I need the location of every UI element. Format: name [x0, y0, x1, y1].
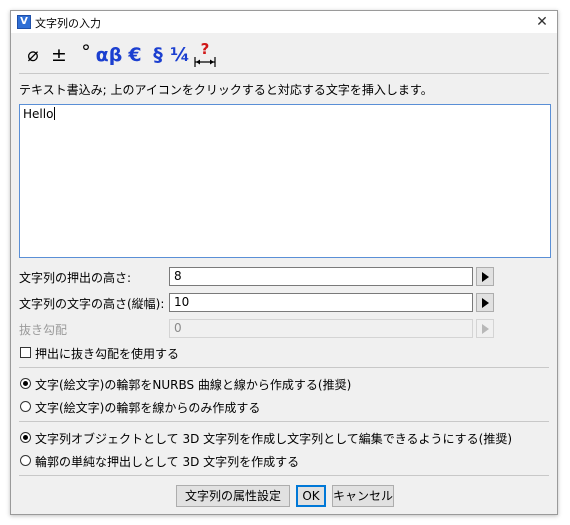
section-divider: [19, 475, 549, 476]
draft-angle-input: 0: [169, 319, 473, 338]
char-height-input[interactable]: 10: [169, 293, 473, 312]
draft-angle-label: 抜き勾配: [19, 323, 68, 337]
plus-minus-icon[interactable]: ±: [49, 41, 69, 69]
app-icon: V: [17, 15, 31, 29]
euro-icon[interactable]: €: [125, 41, 145, 69]
instruction-text: テキスト書込み; 上のアイコンをクリックすると対応する文字を挿入します。: [19, 83, 433, 97]
degree-icon[interactable]: °: [77, 41, 95, 69]
section-divider: [19, 367, 549, 368]
close-icon[interactable]: ✕: [533, 13, 551, 31]
char-height-label: 文字列の文字の高さ(縦幅):: [19, 297, 165, 311]
text-input-dialog: V 文字列の入力 ✕ ⌀ ± ° αβ € § ¼ ? テキスト書込み; 上のア…: [10, 10, 558, 515]
use-draft-label[interactable]: 押出に抜き勾配を使用する: [35, 345, 179, 362]
extrude-height-arrow-button[interactable]: [476, 267, 494, 286]
draft-angle-arrow-button: [476, 319, 494, 338]
use-draft-checkbox[interactable]: [20, 347, 31, 358]
fraction-icon[interactable]: ¼: [169, 41, 191, 69]
ok-button[interactable]: OK: [296, 485, 326, 507]
char-height-arrow-button[interactable]: [476, 293, 494, 312]
diameter-icon[interactable]: ⌀: [23, 41, 43, 69]
extrude-height-label: 文字列の押出の高さ:: [19, 271, 132, 285]
extrude-height-input[interactable]: 8: [169, 267, 473, 286]
text-value: Hello: [23, 107, 56, 121]
cancel-button[interactable]: キャンセル: [332, 485, 394, 507]
triangle-right-icon: [482, 298, 489, 308]
simple-extrude-label[interactable]: 輪郭の単純な押出しとして 3D 文字列を作成する: [35, 453, 299, 470]
text-object-radio[interactable]: [20, 432, 31, 443]
text-properties-button[interactable]: 文字列の属性設定: [176, 485, 290, 507]
outline-nurbs-label[interactable]: 文字(絵文字)の輪郭をNURBS 曲線と線から作成する(推奨): [35, 376, 351, 393]
greek-letters-icon[interactable]: αβ: [95, 41, 123, 69]
outline-lines-label[interactable]: 文字(絵文字)の輪郭を線からのみ作成する: [35, 399, 260, 416]
svg-text:?: ?: [201, 41, 210, 58]
outline-nurbs-radio[interactable]: [20, 378, 31, 389]
triangle-right-icon: [482, 324, 489, 334]
simple-extrude-radio[interactable]: [20, 455, 31, 466]
help-icon[interactable]: ?: [193, 40, 217, 69]
toolbar-divider: [19, 73, 549, 74]
section-divider: [19, 421, 549, 422]
text-input-area[interactable]: Hello: [19, 104, 551, 258]
triangle-right-icon: [482, 272, 489, 282]
window-title: 文字列の入力: [35, 17, 101, 30]
outline-lines-radio[interactable]: [20, 401, 31, 412]
text-object-label[interactable]: 文字列オブジェクトとして 3D 文字列を作成し文字列として編集できるようにする(…: [35, 430, 512, 447]
section-icon[interactable]: §: [149, 41, 167, 69]
title-bar: V 文字列の入力 ✕: [11, 11, 557, 33]
